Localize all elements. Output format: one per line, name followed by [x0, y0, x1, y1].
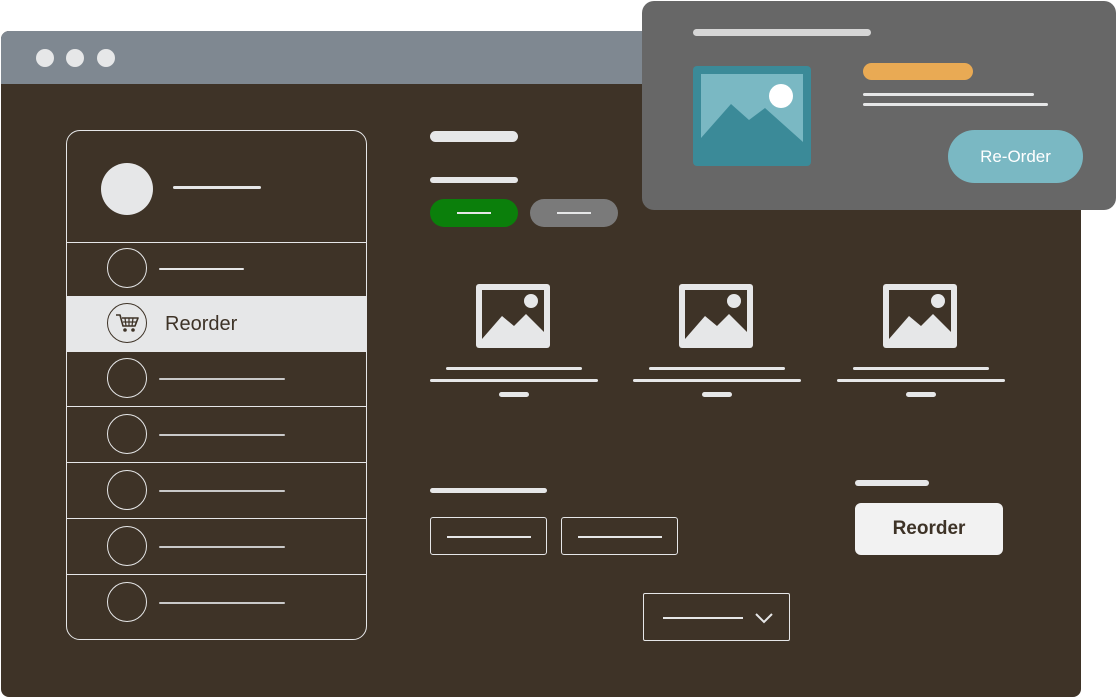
- shopping-cart-icon: [107, 303, 147, 343]
- re-order-button[interactable]: Re-Order: [948, 130, 1083, 183]
- product-card[interactable]: [633, 284, 801, 404]
- sidebar-item-label-placeholder: [159, 434, 285, 436]
- sidebar-item-label: Reorder: [165, 313, 238, 335]
- sidebar-item-label-placeholder: [159, 268, 244, 270]
- page-title-placeholder: [430, 131, 518, 142]
- subtitle-placeholder: [430, 177, 518, 183]
- chevron-down-icon: [755, 613, 773, 624]
- sidebar-item-6[interactable]: [67, 520, 366, 575]
- sidebar-item-icon: [107, 582, 147, 622]
- sidebar-item-label-placeholder: [159, 378, 285, 380]
- popup-text-placeholder: [863, 93, 1034, 96]
- sidebar-item-icon: [107, 526, 147, 566]
- status-badge: [863, 63, 973, 80]
- window-close-dot[interactable]: [36, 49, 54, 67]
- select-dropdown[interactable]: [643, 593, 790, 641]
- sidebar-item-icon: [107, 470, 147, 510]
- window-maximize-dot[interactable]: [97, 49, 115, 67]
- profile-header: [67, 131, 366, 243]
- product-card[interactable]: [430, 284, 598, 404]
- sidebar-item-reorder[interactable]: Reorder: [67, 297, 366, 352]
- image-icon: [883, 284, 957, 348]
- sidebar-item-label-placeholder: [159, 602, 285, 604]
- dropdown-value-placeholder: [663, 617, 743, 619]
- image-icon: [476, 284, 550, 348]
- sidebar-item-label-placeholder: [159, 490, 285, 492]
- sidebar-item-label-placeholder: [159, 546, 285, 548]
- sidebar-item-3[interactable]: [67, 352, 366, 407]
- window-minimize-dot[interactable]: [66, 49, 84, 67]
- profile-name-placeholder: [173, 186, 261, 189]
- popup-title-placeholder: [693, 29, 871, 36]
- sidebar-item-5[interactable]: [67, 464, 366, 519]
- image-icon: [679, 284, 753, 348]
- image-icon: [701, 74, 803, 158]
- option-button[interactable]: [561, 517, 678, 555]
- options-heading-placeholder: [430, 488, 547, 493]
- sidebar-item-4[interactable]: [67, 408, 366, 463]
- filter-pill-active[interactable]: [430, 199, 518, 227]
- sidebar-item-icon: [107, 358, 147, 398]
- reorder-button[interactable]: Reorder: [855, 503, 1003, 555]
- reorder-popup: Re-Order: [642, 1, 1116, 210]
- product-card[interactable]: [837, 284, 1005, 404]
- product-thumbnail: [693, 66, 811, 166]
- sidebar-item-7[interactable]: [67, 576, 366, 631]
- popup-text-placeholder: [863, 103, 1048, 106]
- filter-pill-inactive[interactable]: [530, 199, 618, 227]
- sidebar-item-icon: [107, 414, 147, 454]
- sidebar-item-1[interactable]: [67, 242, 366, 297]
- option-button[interactable]: [430, 517, 547, 555]
- avatar[interactable]: [101, 163, 153, 215]
- sidebar-item-icon: [107, 248, 147, 288]
- reorder-heading-placeholder: [855, 480, 929, 486]
- account-sidebar: Reorder: [66, 130, 367, 640]
